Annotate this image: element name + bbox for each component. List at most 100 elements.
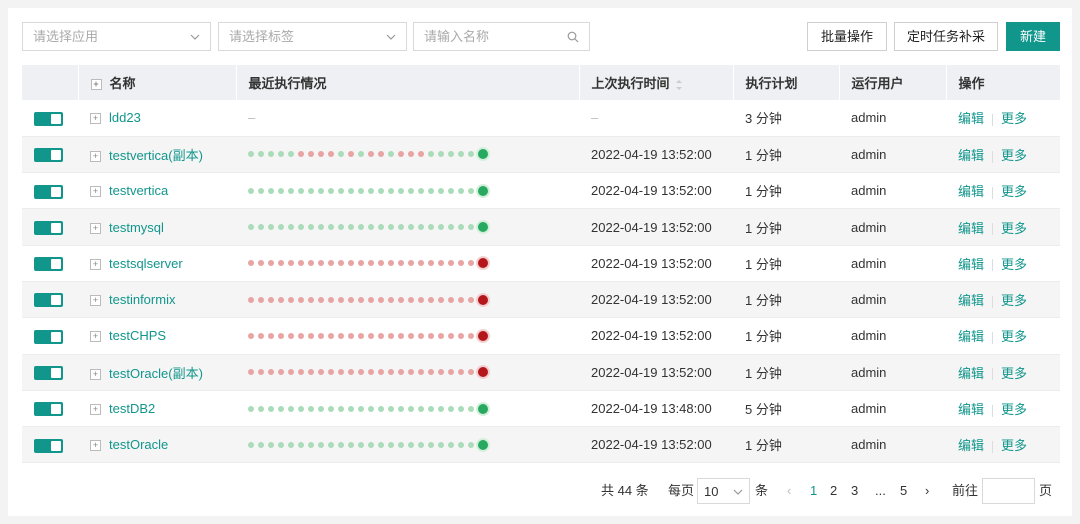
run-status-dot[interactable] bbox=[258, 224, 264, 231]
run-status-dot[interactable] bbox=[298, 332, 304, 339]
run-status-dot[interactable] bbox=[438, 332, 444, 339]
run-status-dot[interactable] bbox=[378, 405, 384, 412]
enable-toggle[interactable] bbox=[34, 111, 63, 126]
run-status-dot[interactable] bbox=[328, 296, 334, 303]
run-status-dot[interactable] bbox=[318, 332, 324, 339]
run-status-dot[interactable] bbox=[268, 151, 274, 158]
run-status-dot[interactable] bbox=[288, 405, 294, 412]
run-status-dot[interactable] bbox=[368, 405, 374, 412]
task-name[interactable]: testsqlserver bbox=[109, 256, 183, 271]
edit-link[interactable]: 编辑 bbox=[958, 148, 984, 163]
run-status-dot[interactable] bbox=[418, 405, 424, 412]
run-status-dot[interactable] bbox=[278, 187, 284, 194]
run-status-dot[interactable] bbox=[468, 151, 474, 158]
run-status-dot[interactable] bbox=[368, 441, 374, 448]
run-status-dot[interactable] bbox=[278, 441, 284, 448]
task-name[interactable]: testvertica(副本) bbox=[109, 148, 203, 163]
edit-link[interactable]: 编辑 bbox=[958, 111, 984, 126]
expand-row-icon[interactable]: + bbox=[90, 331, 101, 343]
run-status-dot[interactable] bbox=[358, 187, 364, 194]
run-status-dot[interactable] bbox=[368, 224, 374, 231]
enable-toggle[interactable] bbox=[34, 293, 63, 308]
run-status-dot[interactable] bbox=[248, 405, 254, 412]
task-name[interactable]: testinformix bbox=[109, 292, 175, 307]
run-status-dot[interactable] bbox=[368, 296, 374, 303]
run-status-dot[interactable] bbox=[248, 296, 254, 303]
run-status-dot[interactable] bbox=[368, 260, 374, 267]
enable-toggle[interactable] bbox=[34, 402, 63, 417]
run-status-dot[interactable] bbox=[378, 369, 384, 376]
run-status-dot[interactable] bbox=[348, 296, 354, 303]
more-link[interactable]: 更多 bbox=[1001, 438, 1027, 453]
run-status-dot[interactable] bbox=[338, 151, 344, 158]
name-search-input[interactable]: 请输入名称 bbox=[413, 22, 590, 51]
run-status-dot[interactable] bbox=[468, 224, 474, 231]
run-status-dot[interactable] bbox=[308, 332, 314, 339]
run-status-dot[interactable] bbox=[438, 224, 444, 231]
expand-row-icon[interactable]: + bbox=[90, 151, 101, 162]
run-status-dot[interactable] bbox=[418, 296, 424, 303]
run-status-dot[interactable] bbox=[258, 260, 264, 267]
edit-link[interactable]: 编辑 bbox=[958, 184, 984, 199]
page-size-select[interactable]: 10 bbox=[697, 478, 750, 504]
run-status-dot[interactable] bbox=[348, 332, 354, 339]
run-status-dot[interactable] bbox=[338, 224, 344, 231]
run-status-dot[interactable] bbox=[358, 405, 364, 412]
run-status-dot[interactable] bbox=[248, 441, 254, 448]
run-status-dot[interactable] bbox=[338, 369, 344, 376]
run-status-dot[interactable] bbox=[288, 332, 294, 339]
run-status-dot[interactable] bbox=[428, 405, 434, 412]
header-name[interactable]: + 名称 bbox=[78, 65, 237, 100]
run-status-dot[interactable] bbox=[428, 260, 434, 267]
run-status-dot[interactable] bbox=[248, 224, 254, 231]
page-3[interactable]: 3 bbox=[851, 478, 858, 504]
run-status-dot[interactable] bbox=[388, 332, 394, 339]
run-status-dot[interactable] bbox=[408, 224, 414, 231]
run-status-dot[interactable] bbox=[348, 187, 354, 194]
run-status-dot[interactable] bbox=[458, 224, 464, 231]
more-link[interactable]: 更多 bbox=[1001, 293, 1027, 308]
task-name[interactable]: testOracle(副本) bbox=[109, 366, 203, 381]
more-link[interactable]: 更多 bbox=[1001, 111, 1027, 126]
run-status-dot[interactable] bbox=[418, 332, 424, 339]
run-status-dot[interactable] bbox=[298, 224, 304, 231]
run-status-dot[interactable] bbox=[268, 441, 274, 448]
edit-link[interactable]: 编辑 bbox=[958, 402, 984, 417]
create-button[interactable]: 新建 bbox=[1006, 22, 1060, 51]
run-status-dot[interactable] bbox=[358, 151, 364, 158]
run-status-dot[interactable] bbox=[308, 224, 314, 231]
expand-all-icon[interactable]: + bbox=[90, 79, 102, 91]
run-status-dot[interactable] bbox=[288, 369, 294, 376]
run-status-dot[interactable] bbox=[308, 369, 314, 376]
enable-toggle[interactable] bbox=[34, 257, 63, 272]
run-status-dot[interactable] bbox=[268, 405, 274, 412]
more-link[interactable]: 更多 bbox=[1001, 184, 1027, 199]
more-link[interactable]: 更多 bbox=[1001, 221, 1027, 236]
edit-link[interactable]: 编辑 bbox=[958, 366, 984, 381]
run-status-dot[interactable] bbox=[418, 260, 424, 267]
run-status-dot[interactable] bbox=[298, 369, 304, 376]
run-status-dot[interactable] bbox=[278, 260, 284, 267]
run-status-dot[interactable] bbox=[388, 441, 394, 448]
run-status-dot[interactable] bbox=[278, 296, 284, 303]
run-status-dot[interactable] bbox=[418, 441, 424, 448]
run-status-dot[interactable] bbox=[258, 187, 264, 194]
run-status-dot[interactable] bbox=[438, 296, 444, 303]
expand-row-icon[interactable]: + bbox=[90, 404, 101, 416]
run-status-dot[interactable] bbox=[388, 151, 394, 158]
run-status-dot[interactable] bbox=[398, 441, 404, 448]
expand-row-icon[interactable]: + bbox=[90, 186, 101, 198]
run-status-dot[interactable] bbox=[308, 441, 314, 448]
run-status-dot[interactable] bbox=[468, 441, 474, 448]
run-status-dot[interactable] bbox=[338, 405, 344, 412]
run-status-dot[interactable] bbox=[248, 187, 254, 194]
tag-select[interactable]: 请选择标签 bbox=[218, 22, 407, 51]
more-link[interactable]: 更多 bbox=[1001, 148, 1027, 163]
run-status-dot[interactable] bbox=[398, 369, 404, 376]
run-status-dot[interactable] bbox=[388, 296, 394, 303]
page-1[interactable]: 1 bbox=[810, 478, 817, 504]
edit-link[interactable]: 编辑 bbox=[958, 293, 984, 308]
run-status-dot[interactable] bbox=[468, 332, 474, 339]
run-status-dot[interactable] bbox=[348, 151, 354, 158]
run-status-dot[interactable] bbox=[328, 369, 334, 376]
